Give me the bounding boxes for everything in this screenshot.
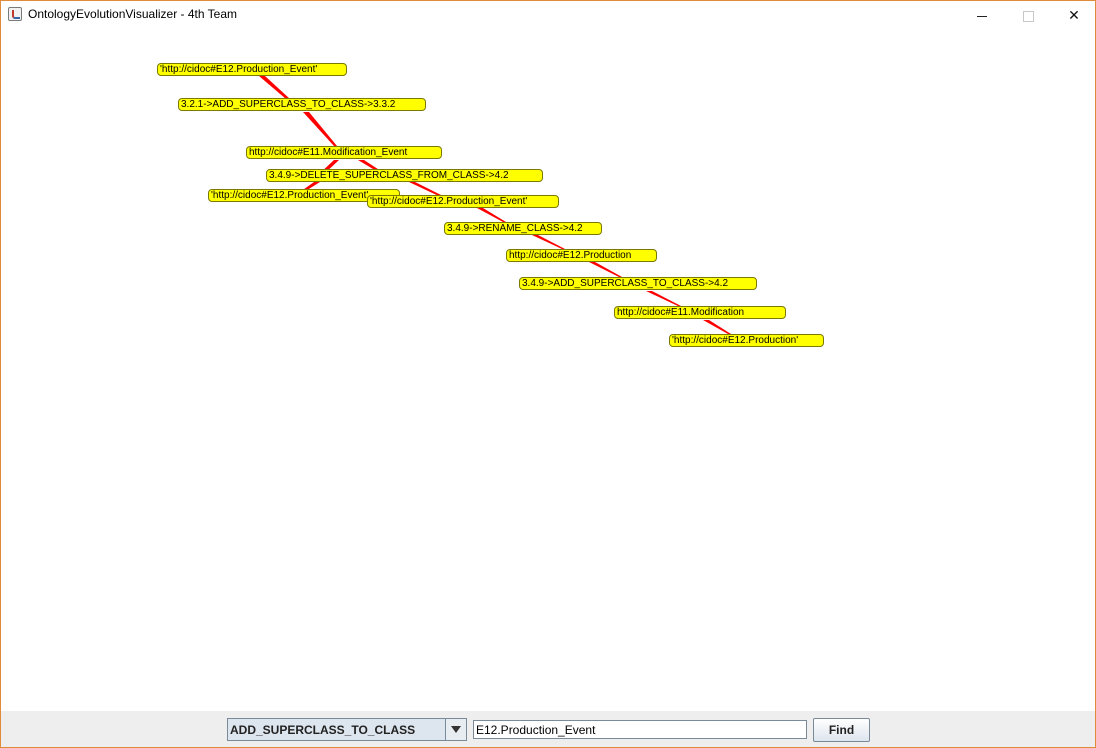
graph-node[interactable]: 3.4.9->RENAME_CLASS->4.2 [444,222,602,235]
graph-node[interactable]: 3.4.9->ADD_SUPERCLASS_TO_CLASS->4.2 [519,277,757,290]
graph-edge [532,235,565,249]
graph-edge [589,262,622,277]
find-button[interactable]: Find [813,718,870,742]
maximize-button[interactable] [1005,1,1051,29]
search-toolbar: ADD_SUPERCLASS_TO_CLASS Find [1,711,1095,747]
app-window: OntologyEvolutionVisualizer - 4th Team ✕… [0,0,1096,748]
graph-node[interactable]: http://cidoc#E11.Modification [614,306,786,319]
graph-edge [646,291,681,306]
graph-node[interactable]: 'http://cidoc#E12.Production_Event' [157,63,347,76]
graph-node[interactable]: http://cidoc#E12.Production [506,249,657,262]
graph-edge [303,112,337,146]
close-icon: ✕ [1068,7,1080,23]
graph-canvas[interactable]: 'http://cidoc#E12.Production_Event' 3.2.… [1,29,1095,711]
minimize-icon [977,15,987,17]
minimize-button[interactable] [959,1,1005,29]
java-app-icon [8,7,22,21]
change-type-dropdown[interactable]: ADD_SUPERCLASS_TO_CLASS [227,718,467,741]
graph-node[interactable]: 3.2.1->ADD_SUPERCLASS_TO_CLASS->3.3.2 [178,98,426,111]
graph-node[interactable]: 'http://cidoc#E12.Production_Event' [367,195,559,208]
close-button[interactable]: ✕ [1051,1,1096,29]
graph-edges [259,76,731,334]
window-title: OntologyEvolutionVisualizer - 4th Team [28,7,238,21]
search-input[interactable] [473,720,807,739]
graph-edge [703,320,731,334]
graph-node[interactable]: 'http://cidoc#E12.Production' [669,334,824,347]
graph-edge [477,208,506,222]
title-bar[interactable]: OntologyEvolutionVisualizer - 4th Team ✕ [1,1,1095,29]
chevron-down-icon[interactable] [445,719,466,740]
change-type-selected: ADD_SUPERCLASS_TO_CLASS [230,723,416,737]
graph-node[interactable]: http://cidoc#E11.Modification_Event [246,146,442,159]
graph-node[interactable]: 3.4.9->DELETE_SUPERCLASS_FROM_CLASS->4.2 [266,169,543,182]
maximize-icon [1022,10,1034,22]
graph-edge [259,76,290,99]
